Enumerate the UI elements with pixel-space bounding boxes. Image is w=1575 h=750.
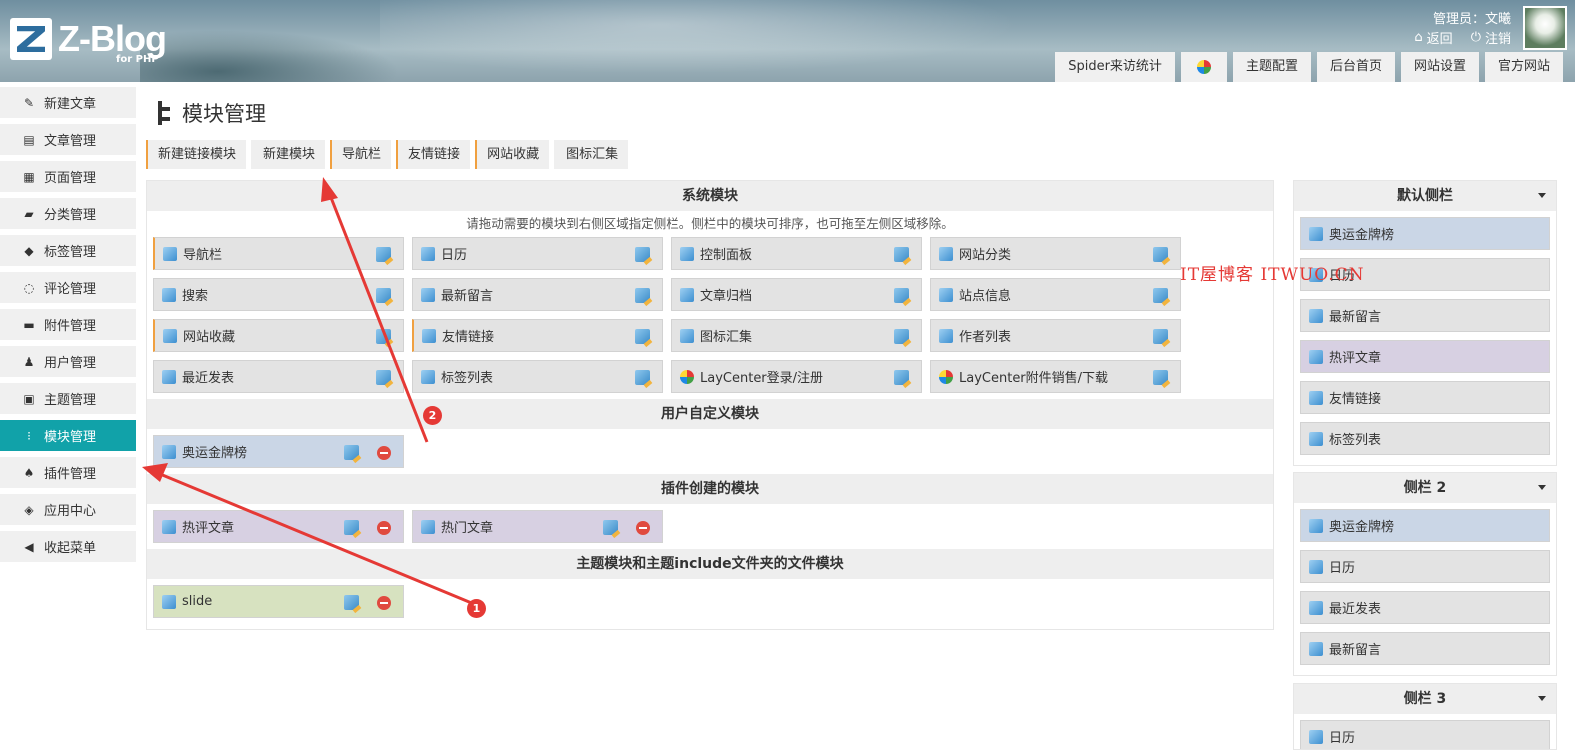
annotation-arrow-1 bbox=[159, 472, 475, 606]
watermark-text: IT屋博客 ITWUO.CN bbox=[1180, 265, 1365, 285]
annotation-badge-2: 2 bbox=[423, 406, 442, 425]
annotation-arrows bbox=[142, 177, 475, 606]
annotation-arrowhead-2 bbox=[321, 177, 338, 202]
annotation-arrow-2 bbox=[328, 194, 429, 443]
annotation-arrowhead-1 bbox=[142, 463, 168, 482]
app-window: Z-Blog for PHP 管理员：文曦 ⌂ 返回 ⏻ 注销 Spider来访统计… bbox=[0, 0, 1575, 750]
annotation-badge-1: 1 bbox=[467, 599, 486, 618]
